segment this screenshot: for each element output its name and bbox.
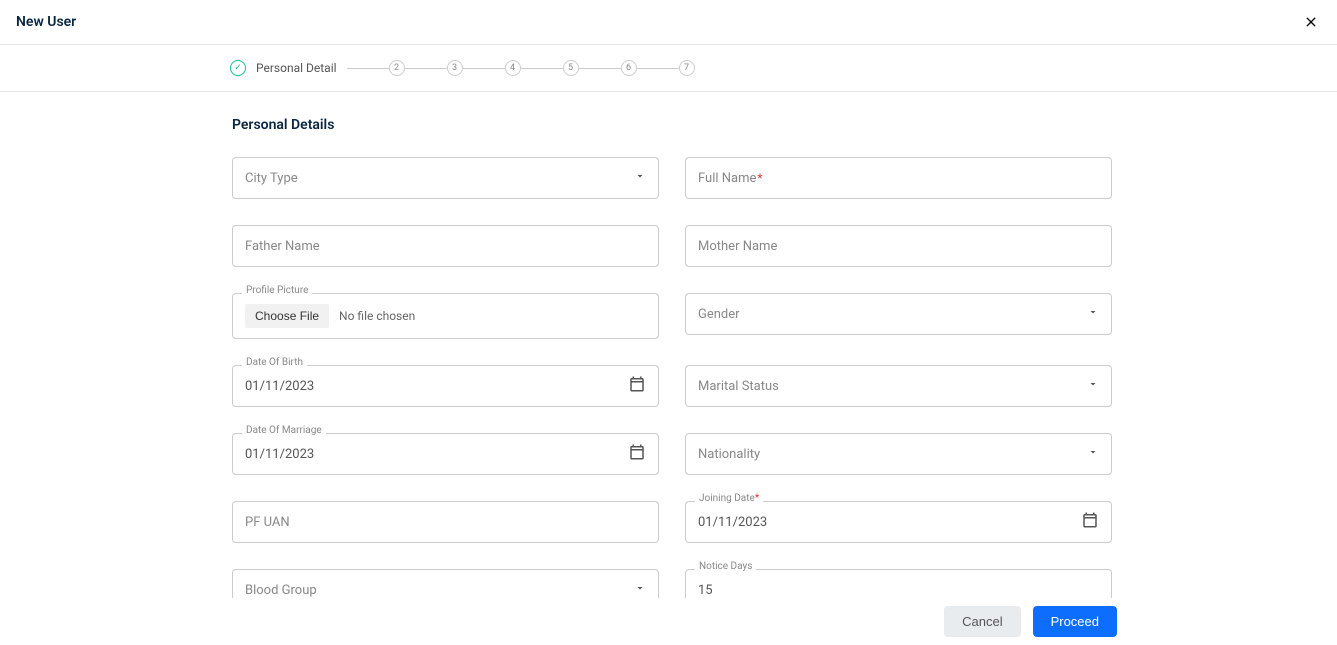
dob-field: Date Of Birth 01/11/2023 [232,365,659,407]
full-name-field: Full Name* [685,157,1112,199]
father-name-placeholder: Father Name [245,239,320,254]
full-name-input[interactable]: Full Name* [685,157,1112,199]
step-1[interactable]: ✓ [230,60,246,76]
nationality-placeholder: Nationality [698,447,760,462]
form-content: Personal Details City Type Full Name* Fa… [0,92,1337,642]
dom-field: Date Of Marriage 01/11/2023 [232,433,659,475]
step-3[interactable]: 3 [447,60,463,76]
city-type-select[interactable]: City Type [232,157,659,199]
chevron-down-icon [634,170,646,186]
calendar-icon[interactable] [628,443,646,465]
calendar-icon[interactable] [1081,511,1099,533]
chevron-down-icon [1087,306,1099,322]
notice-days-value: 15 [698,583,713,598]
stepper: ✓ Personal Detail 2 3 4 5 6 7 [0,45,1337,92]
father-name-input[interactable]: Father Name [232,225,659,267]
dob-value: 01/11/2023 [245,379,314,394]
mother-name-field: Mother Name [685,225,1112,267]
dom-input[interactable]: 01/11/2023 [232,433,659,475]
proceed-button[interactable]: Proceed [1033,606,1117,637]
step-connector [347,68,389,69]
step-connector [405,68,447,69]
notice-days-label: Notice Days [695,561,756,572]
dialog-title: New User [16,14,76,30]
joining-date-input[interactable]: 01/11/2023 [685,501,1112,543]
step-7[interactable]: 7 [679,60,695,76]
mother-name-placeholder: Mother Name [698,239,777,254]
step-connector [521,68,563,69]
choose-file-button[interactable]: Choose File [245,304,329,328]
dom-value: 01/11/2023 [245,447,314,462]
step-1-label: Personal Detail [256,61,337,75]
profile-picture-input: Choose File No file chosen [232,293,659,339]
section-title: Personal Details [232,117,1112,133]
chevron-down-icon [634,582,646,598]
step-6[interactable]: 6 [621,60,637,76]
joining-date-value: 01/11/2023 [698,515,767,530]
step-connector [463,68,505,69]
mother-name-input[interactable]: Mother Name [685,225,1112,267]
cancel-button[interactable]: Cancel [944,606,1020,637]
pf-uan-input[interactable]: PF UAN [232,501,659,543]
step-connector [579,68,621,69]
required-mark: * [757,171,762,185]
close-button[interactable] [1301,12,1321,32]
dialog-header: New User [0,0,1337,45]
chevron-down-icon [1087,446,1099,462]
profile-picture-field: Profile Picture Choose File No file chos… [232,293,659,339]
nationality-field: Nationality [685,433,1112,475]
marital-status-field: Marital Status [685,365,1112,407]
gender-select[interactable]: Gender [685,293,1112,335]
blood-group-placeholder: Blood Group [245,583,317,598]
dob-input[interactable]: 01/11/2023 [232,365,659,407]
step-4[interactable]: 4 [505,60,521,76]
dom-label: Date Of Marriage [242,425,326,436]
profile-picture-label: Profile Picture [242,285,312,296]
joining-date-label: Joining Date* [695,493,763,504]
full-name-placeholder: Full Name [698,171,756,186]
city-type-placeholder: City Type [245,171,298,186]
joining-date-field: Joining Date* 01/11/2023 [685,501,1112,543]
nationality-select[interactable]: Nationality [685,433,1112,475]
father-name-field: Father Name [232,225,659,267]
marital-status-placeholder: Marital Status [698,379,779,394]
step-5[interactable]: 5 [563,60,579,76]
gender-placeholder: Gender [698,307,740,322]
dialog-footer: Cancel Proceed [0,598,1337,645]
chevron-down-icon [1087,378,1099,394]
pf-uan-field: PF UAN [232,501,659,543]
file-status-text: No file chosen [339,309,415,323]
step-connector [637,68,679,69]
gender-field: Gender [685,293,1112,339]
marital-status-select[interactable]: Marital Status [685,365,1112,407]
city-type-field: City Type [232,157,659,199]
calendar-icon[interactable] [628,375,646,397]
step-2[interactable]: 2 [389,60,405,76]
check-icon: ✓ [234,63,242,73]
close-icon [1303,14,1319,30]
dob-label: Date Of Birth [242,357,307,368]
pf-uan-placeholder: PF UAN [245,515,290,530]
